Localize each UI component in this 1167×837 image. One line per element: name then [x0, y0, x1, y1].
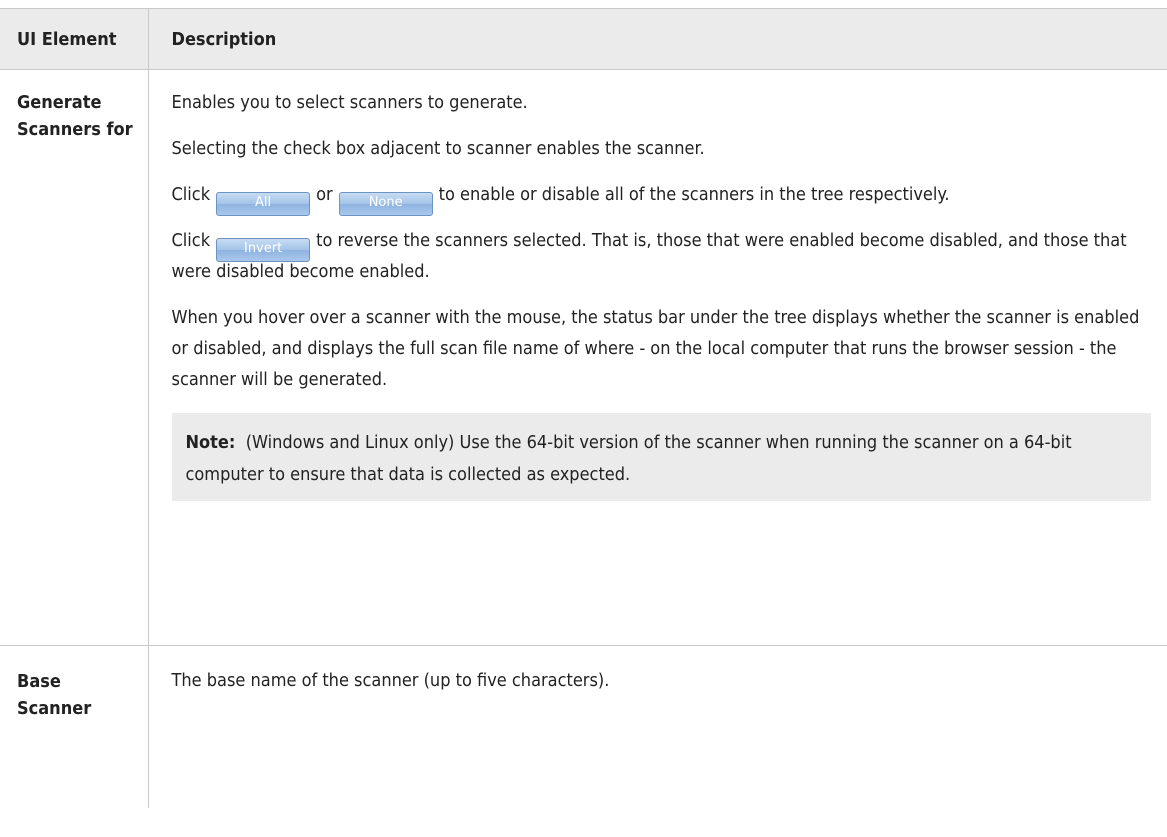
header-ui-element: UI Element [0, 8, 149, 70]
inline-text: or [316, 184, 333, 205]
all-button: All [216, 192, 311, 216]
ui-element-name: Generate Scanners for [0, 69, 149, 646]
table-row: Base Scanner The base name of the scanne… [0, 645, 1167, 808]
page: UI Element Description Generate Scanners… [0, 0, 1167, 837]
invert-button: Invert [216, 238, 311, 262]
note-label: Note: [185, 432, 236, 453]
header-description: Description [148, 8, 1167, 70]
ui-element-table: UI Element Description Generate Scanners… [0, 8, 1167, 808]
inline-text: to reverse the scanners selected. That i… [171, 230, 1127, 282]
table-row: Generate Scanners for Enables you to sel… [0, 69, 1167, 646]
inline-text: Click [171, 184, 211, 205]
none-button: None [338, 192, 433, 216]
ui-element-description: Enables you to select scanners to genera… [148, 69, 1167, 646]
description-paragraph: Click Invert to reverse the scanners selec… [172, 225, 1152, 287]
description-paragraph: When you hover over a scanner with the m… [171, 307, 1140, 390]
ui-element-description: The base name of the scanner (up to five… [171, 670, 610, 691]
note-box: Note: (Windows and Linux only) Use the 6… [171, 413, 1151, 501]
note-text: (Windows and Linux only) Use the 64-bit … [185, 432, 1072, 485]
description-paragraph: Enables you to select scanners to genera… [171, 92, 528, 113]
header-row: UI Element Description [0, 8, 1167, 70]
inline-text: Click [171, 230, 211, 251]
inline-text: to enable or disable all of the scanners… [438, 184, 950, 205]
ui-element-name: Base Scanner [0, 645, 149, 808]
description-paragraph: Click All or None to enable or disable all o… [171, 179, 1152, 216]
description-paragraph: Selecting the check box adjacent to scan… [171, 138, 705, 159]
